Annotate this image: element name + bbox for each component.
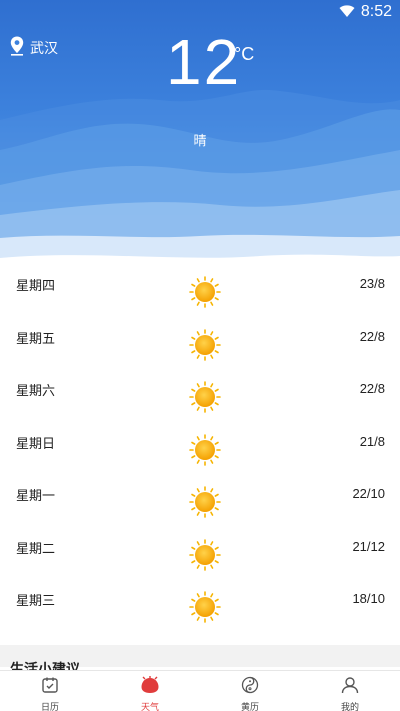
forecast-temp-range: 23/8 xyxy=(359,276,385,291)
forecast-day: 星期二 xyxy=(16,541,56,557)
tab-label: 天气 xyxy=(140,703,159,711)
status-bar: 8:52 xyxy=(339,3,392,21)
tab-label: 黄历 xyxy=(240,703,259,711)
forecast-temp-range: 21/12 xyxy=(352,538,385,554)
forecast-day: 星期六 xyxy=(16,384,56,399)
forecast-temp-range: 18/10 xyxy=(352,591,385,606)
current-condition: 晴 xyxy=(193,134,207,149)
forecast-row: 星期日 21/8 xyxy=(0,415,400,468)
wifi-icon xyxy=(339,3,355,22)
sun-icon xyxy=(188,275,222,309)
sun-icon xyxy=(188,433,222,467)
forecast-day: 星期四 xyxy=(16,279,56,294)
tab-weather[interactable]: 天气 xyxy=(100,671,200,711)
forecast-row: 星期六 22/8 xyxy=(0,362,400,415)
sun-icon xyxy=(188,538,222,572)
forecast-row: 星期一 22/10 xyxy=(0,467,400,520)
forecast-row: 星期四 23/8 xyxy=(0,257,400,310)
forecast-row: 星期五 22/8 xyxy=(0,310,400,363)
location-pin-icon xyxy=(10,36,24,60)
sun-icon xyxy=(188,485,222,519)
weather-icon xyxy=(140,676,160,698)
tab-calendar[interactable]: 日历 xyxy=(0,671,100,711)
current-temperature: 12 xyxy=(166,26,242,98)
sun-icon xyxy=(188,590,222,624)
tab-profile[interactable]: 我的 xyxy=(300,671,400,711)
calendar-icon xyxy=(41,676,59,698)
temperature-unit: °C xyxy=(234,44,255,64)
weather-header: 8:52 武汉 12 °C 晴 xyxy=(0,0,400,285)
clock-time: 8:52 xyxy=(360,3,392,20)
tab-label: 日历 xyxy=(40,703,59,711)
forecast-temp-range: 22/10 xyxy=(352,486,385,501)
user-icon xyxy=(341,676,359,698)
forecast-row: 星期二 21/12 xyxy=(0,520,400,573)
forecast-day: 星期日 xyxy=(16,436,56,452)
tab-almanac[interactable]: 黄历 xyxy=(200,671,300,711)
tab-label: 我的 xyxy=(340,703,359,711)
forecast-day: 星期五 xyxy=(16,331,56,347)
forecast-row: 星期三 18/10 xyxy=(0,572,400,625)
forecast-temp-range: 22/8 xyxy=(359,328,385,344)
forecast-temp-range: 21/8 xyxy=(359,433,385,449)
location-selector[interactable]: 武汉 xyxy=(10,36,58,60)
sun-icon xyxy=(188,328,222,362)
yin-yang-icon xyxy=(241,676,259,698)
forecast-day: 星期一 xyxy=(16,489,56,504)
forecast-day: 星期三 xyxy=(16,594,56,609)
forecast-temp-range: 22/8 xyxy=(359,381,385,396)
city-name: 武汉 xyxy=(30,41,58,57)
sun-icon xyxy=(188,380,222,414)
bottom-tab-bar: 日历 天气 黄历 我的 xyxy=(0,670,400,711)
weekly-forecast: 星期四 23/8 星期五 22/8 星期六 22/8 星期日 21/8 星期一 xyxy=(0,257,400,625)
